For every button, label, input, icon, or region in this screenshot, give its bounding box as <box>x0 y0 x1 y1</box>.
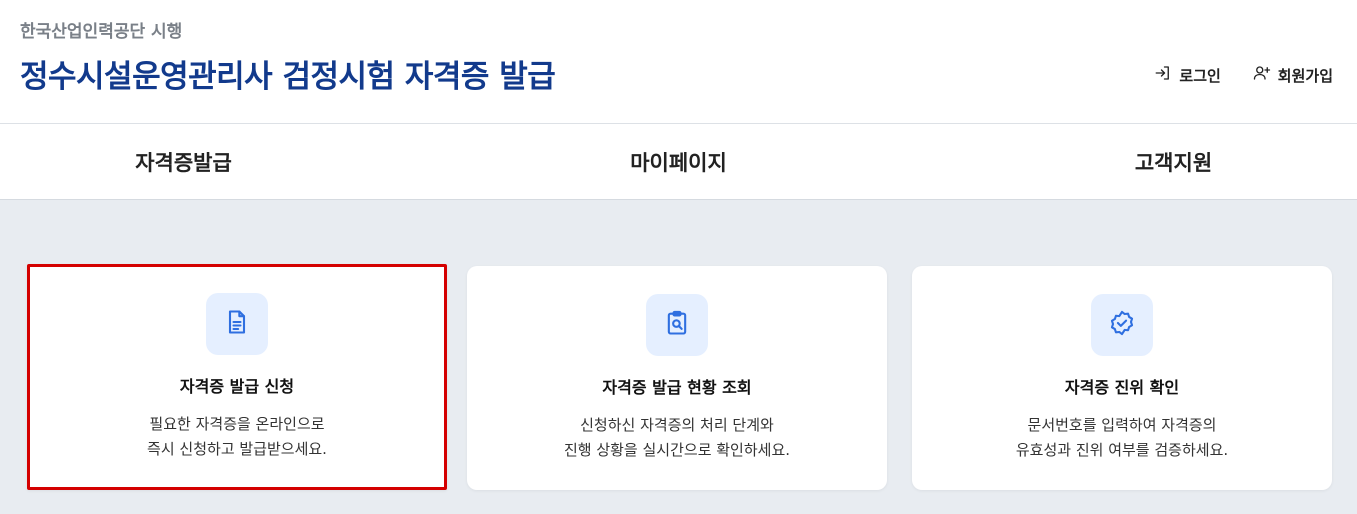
card-description: 신청하신 자격증의 처리 단계와 진행 상황을 실시간으로 확인하세요. <box>564 413 790 463</box>
card-title: 자격증 진위 확인 <box>1064 378 1180 397</box>
card-description: 문서번호를 입력하여 자격증의 유효성과 진위 여부를 검증하세요. <box>1016 413 1228 463</box>
top-links: 로그인 회원가입 <box>1154 64 1333 86</box>
card-description-line: 즉시 신청하고 발급받으세요. <box>147 440 327 458</box>
login-icon <box>1154 64 1172 86</box>
organization-label: 한국산업인력공단 시행 <box>20 22 183 42</box>
card-description: 필요한 자격증을 온라인으로 즉시 신청하고 발급받으세요. <box>147 412 327 462</box>
card-description-line: 문서번호를 입력하여 자격증의 <box>1027 416 1217 434</box>
nav-item-support[interactable]: 고객지원 <box>862 124 1357 199</box>
service-cards: 자격증 발급 신청 필요한 자격증을 온라인으로 즉시 신청하고 발급받으세요.… <box>0 264 1357 490</box>
main-nav: 자격증발급 마이페이지 고객지원 <box>0 124 1357 200</box>
card-certificate-apply[interactable]: 자격증 발급 신청 필요한 자격증을 온라인으로 즉시 신청하고 발급받으세요. <box>27 264 447 490</box>
card-description-line: 진행 상황을 실시간으로 확인하세요. <box>563 441 791 459</box>
login-link[interactable]: 로그인 <box>1154 64 1221 86</box>
clipboard-search-icon <box>663 309 691 341</box>
card-certificate-verify[interactable]: 자격증 진위 확인 문서번호를 입력하여 자격증의 유효성과 진위 여부를 검증… <box>912 266 1332 490</box>
nav-item-mypage[interactable]: 마이페이지 <box>495 124 862 199</box>
nav-item-certificate-issue[interactable]: 자격증발급 <box>0 124 495 199</box>
card-icon-box <box>646 294 708 356</box>
signup-link[interactable]: 회원가입 <box>1253 64 1333 86</box>
card-description-line: 신청하신 자격증의 처리 단계와 <box>580 416 774 434</box>
login-label: 로그인 <box>1179 66 1221 85</box>
add-user-icon <box>1253 64 1271 86</box>
card-title: 자격증 발급 신청 <box>179 377 295 396</box>
card-certificate-status[interactable]: 자격증 발급 현황 조회 신청하신 자격증의 처리 단계와 진행 상황을 실시간… <box>467 266 887 490</box>
card-title: 자격증 발급 현황 조회 <box>602 378 752 397</box>
card-description-line: 유효성과 진위 여부를 검증하세요. <box>1015 441 1229 459</box>
verified-badge-icon <box>1108 309 1136 341</box>
card-icon-box <box>1091 294 1153 356</box>
signup-label: 회원가입 <box>1277 66 1333 85</box>
page-title: 정수시설운영관리사 검정시험 자격증 발급 <box>20 59 556 95</box>
document-icon <box>223 308 251 340</box>
card-description-line: 필요한 자격증을 온라인으로 <box>149 415 325 433</box>
card-icon-box <box>206 293 268 355</box>
header: 한국산업인력공단 시행 정수시설운영관리사 검정시험 자격증 발급 로그인 회원… <box>0 0 1357 124</box>
